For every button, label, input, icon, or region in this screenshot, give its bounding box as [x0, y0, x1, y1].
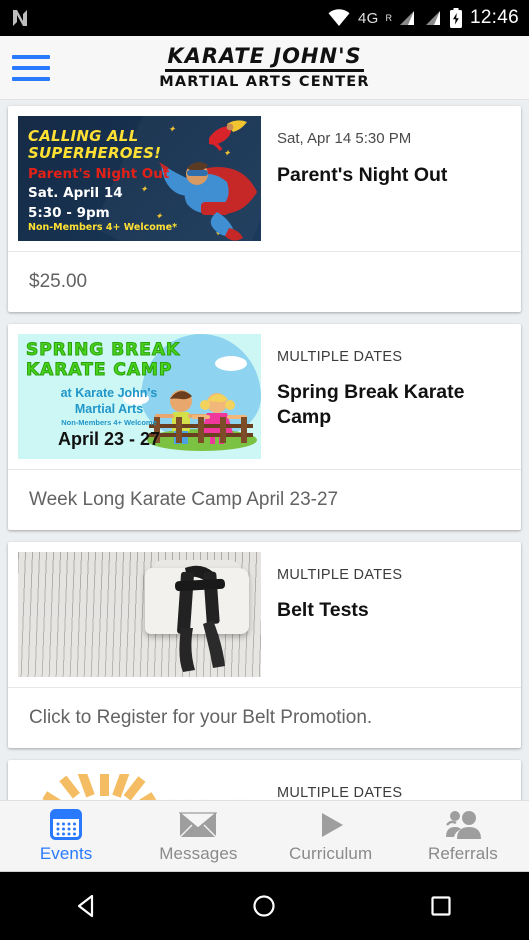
event-card-top: SPRING BREAK KARATE CAMP at Karate John'… — [8, 324, 521, 469]
flyer-note: Non-Members 4+ Welcome — [61, 418, 157, 427]
event-date: Sat, Apr 14 5:30 PM — [277, 130, 412, 147]
status-bar-right: 4G R 12:46 — [327, 7, 519, 29]
clock-time: 12:46 — [469, 7, 519, 28]
flyer-subtitle: at Karate John's Martial Arts — [60, 386, 158, 416]
tab-referrals-label: Referrals — [427, 843, 498, 863]
event-date: MULTIPLE DATES — [277, 349, 403, 365]
android-status-bar: 4G R 12:46 — [0, 0, 529, 36]
events-list[interactable]: ✦✦ ✦✦ ✦✦ — [0, 100, 529, 800]
flyer-note: Non-Members 4+ Welcome* — [28, 222, 178, 233]
belt-tests-gi-photo-image — [18, 552, 261, 677]
event-title: Spring Break Karate Camp — [277, 381, 465, 429]
parents-night-out-flyer-image: ✦✦ ✦✦ ✦✦ — [18, 116, 261, 241]
event-card-meta: MULTIPLE DATES Spring Break Karate Camp — [261, 334, 511, 430]
event-card[interactable]: SUMMER MULTIPLE DATES Summer Karate Camp — [8, 760, 521, 800]
phone-screen: 4G R 12:46 KARATE JOHN'S MARTIAL ARTS CE… — [0, 0, 529, 940]
event-card-top: SUMMER MULTIPLE DATES Summer Karate Camp — [8, 760, 521, 800]
envelope-icon — [179, 809, 218, 841]
flyer-headline: CALLING ALL SUPERHEROES! — [28, 127, 162, 162]
event-card[interactable]: MULTIPLE DATES Belt Tests Click to Regis… — [8, 542, 521, 748]
event-date: MULTIPLE DATES — [277, 567, 403, 583]
event-title: Parent's Night Out — [277, 163, 448, 186]
flyer-subtitle: Parent's Night Out — [28, 166, 170, 182]
event-description: Click to Register for your Belt Promotio… — [29, 707, 373, 728]
tab-events[interactable]: Events — [0, 809, 132, 864]
home-circle-icon[interactable] — [218, 893, 310, 919]
event-card[interactable]: ✦✦ ✦✦ ✦✦ — [8, 106, 521, 312]
black-belt-illustration — [174, 565, 226, 672]
event-card-meta: Sat, Apr 14 5:30 PM Parent's Night Out — [261, 116, 511, 188]
event-card-top: ✦✦ ✦✦ ✦✦ — [8, 106, 521, 251]
event-price: $25.00 — [29, 271, 88, 292]
event-date: MULTIPLE DATES — [277, 785, 403, 800]
logo-primary-text: KARATE JOHN'S — [165, 45, 364, 72]
tab-messages-label: Messages — [159, 843, 238, 863]
event-card-meta: MULTIPLE DATES Belt Tests — [261, 552, 511, 623]
event-card-meta: MULTIPLE DATES Summer Karate Camp — [261, 770, 511, 800]
flyer-dates: April 23 - 27 — [57, 429, 161, 449]
flyer-headline: SPRING BREAK KARATE CAMP — [25, 339, 181, 381]
cloud-decoration-1 — [215, 356, 247, 371]
bottom-tab-bar: Events Messages Curriculum Referrals — [0, 800, 529, 872]
recents-square-icon[interactable] — [395, 893, 487, 919]
status-bar-left — [10, 7, 327, 29]
event-description: Week Long Karate Camp April 23-27 — [29, 489, 339, 510]
event-title: Belt Tests — [277, 599, 369, 622]
tab-curriculum-label: Curriculum — [289, 843, 373, 863]
signal-bars-icon-2 — [423, 9, 442, 27]
spring-break-karate-camp-flyer-image: SPRING BREAK KARATE CAMP at Karate John'… — [18, 334, 261, 459]
battery-charging-icon — [449, 8, 463, 28]
hamburger-bar-1 — [12, 54, 50, 59]
roaming-indicator: R — [385, 13, 392, 23]
back-triangle-icon[interactable] — [42, 893, 134, 919]
tab-curriculum[interactable]: Curriculum — [265, 809, 397, 864]
signal-bars-icon — [397, 9, 416, 27]
tab-events-label: Events — [39, 843, 93, 863]
tab-referrals[interactable]: Referrals — [397, 809, 529, 864]
people-group-icon — [444, 809, 482, 841]
hamburger-menu-icon[interactable] — [0, 54, 58, 81]
android-n-logo-icon — [10, 7, 30, 29]
tab-messages[interactable]: Messages — [132, 809, 264, 864]
app-logo: KARATE JOHN'S MARTIAL ARTS CENTER — [0, 36, 529, 99]
logo-secondary-text: MARTIAL ARTS CENTER — [159, 73, 370, 90]
small-flying-hero-illustration — [209, 120, 247, 152]
android-navigation-bar — [0, 872, 529, 940]
play-triangle-icon — [315, 809, 347, 841]
flyer-date-block: Sat. April 14 5:30 - 9pm — [28, 185, 123, 221]
wifi-icon — [327, 9, 351, 27]
calendar-icon — [50, 809, 83, 841]
hamburger-bar-3 — [12, 76, 50, 81]
hamburger-bar-2 — [12, 65, 50, 70]
event-card[interactable]: SPRING BREAK KARATE CAMP at Karate John'… — [8, 324, 521, 530]
network-type-label: 4G — [358, 9, 379, 27]
summer-karate-camp-flyer-image: SUMMER — [18, 770, 261, 800]
app-header: KARATE JOHN'S MARTIAL ARTS CENTER — [0, 36, 529, 100]
event-card-top: MULTIPLE DATES Belt Tests — [8, 542, 521, 687]
